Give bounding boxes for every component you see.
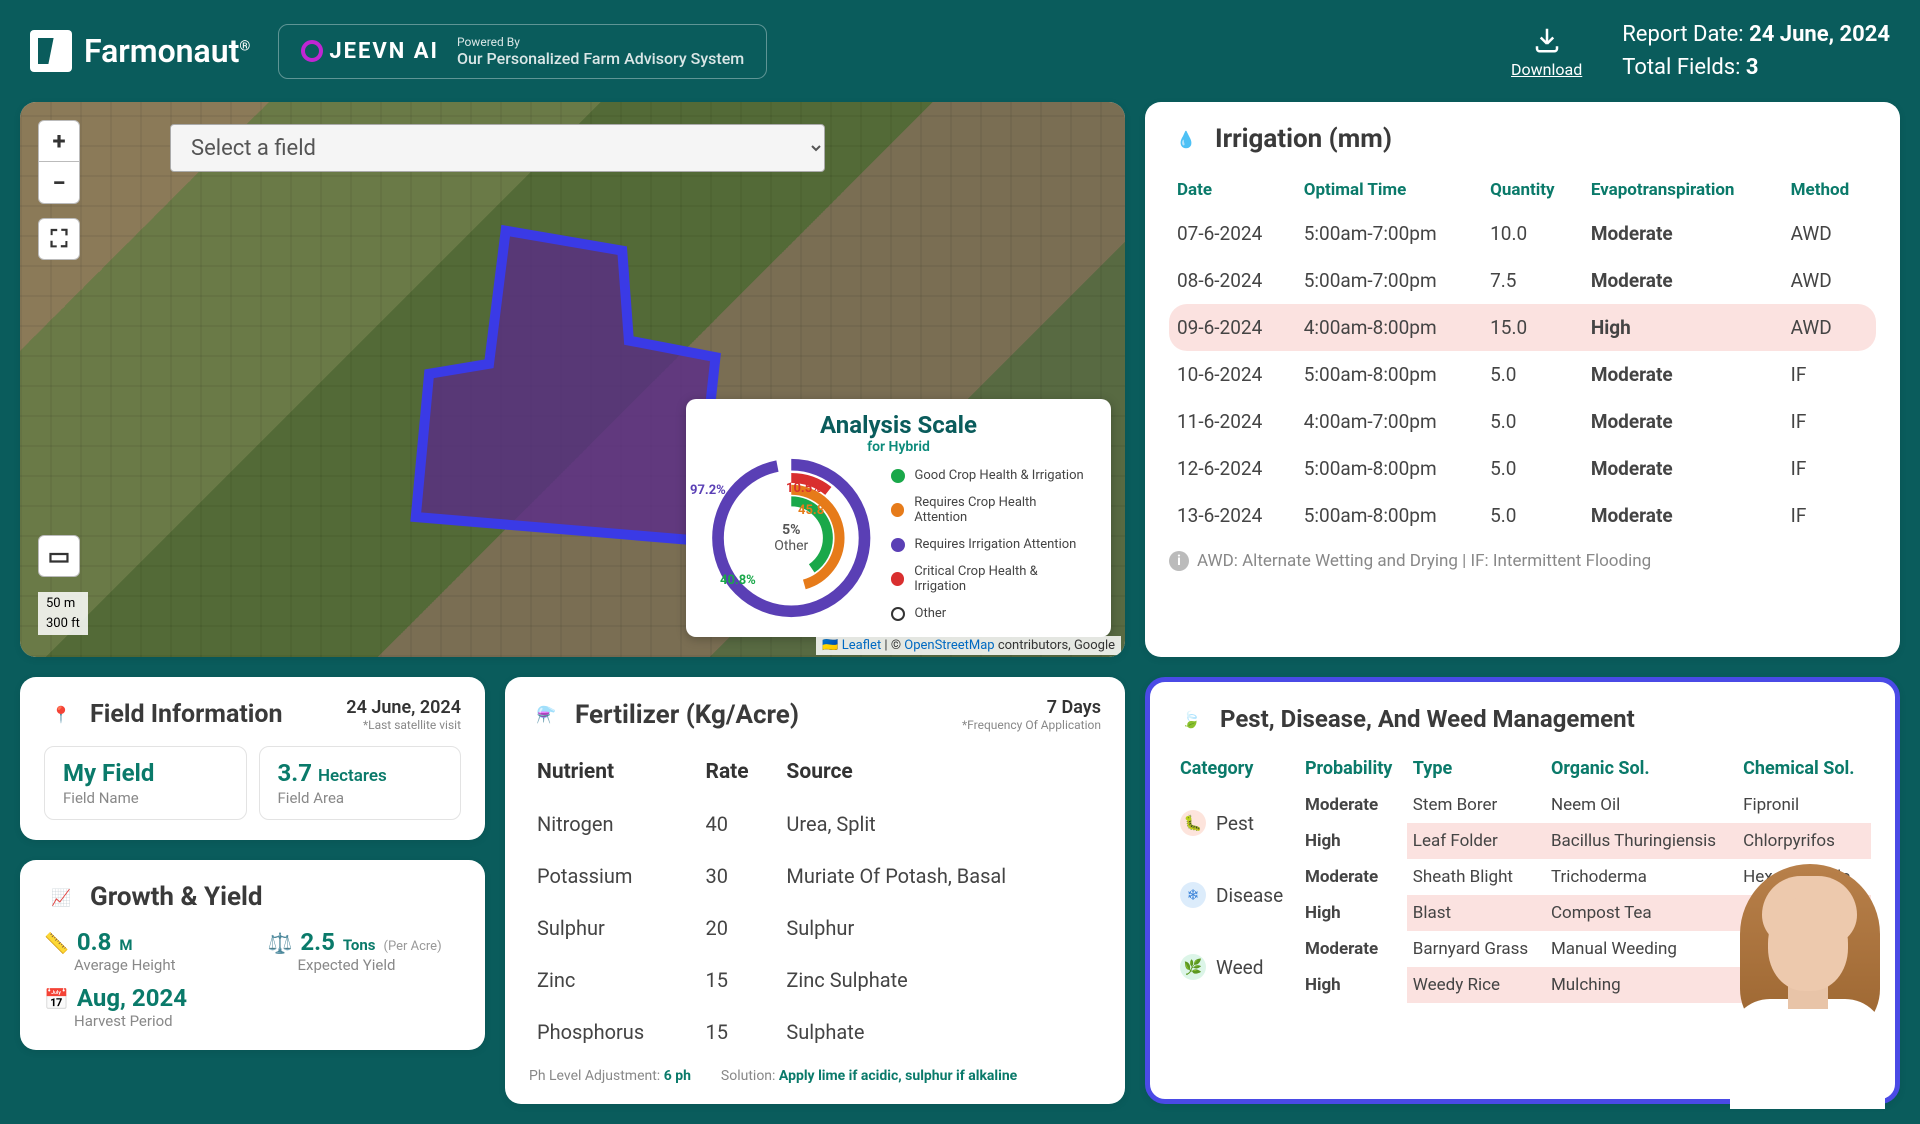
fertilizer-row: Phosphorus15Sulphate bbox=[529, 1006, 1101, 1058]
irrigation-row: 07-6-20245:00am-7:00pm10.0ModerateAWD bbox=[1169, 210, 1876, 257]
report-meta: Report Date: 24 June, 2024 Total Fields:… bbox=[1622, 18, 1890, 84]
irrigation-table: DateOptimal TimeQuantityEvapotranspirati… bbox=[1169, 170, 1876, 539]
leaflet-link[interactable]: Leaflet bbox=[842, 638, 882, 653]
pest-row: 🐛PestModerateStem BorerNeem OilFipronil bbox=[1174, 787, 1871, 823]
field-info-card: 📍 Field Information 24 June, 2024 *Last … bbox=[20, 677, 485, 840]
leaf-icon: 🍃 bbox=[1174, 702, 1208, 736]
avg-height-cell: 📏0.8M Average Height bbox=[44, 928, 238, 974]
jeevn-ring-icon bbox=[301, 40, 323, 62]
irrigation-row: 11-6-20244:00am-7:00pm5.0ModerateIF bbox=[1169, 398, 1876, 445]
app-header: Farmonaut® JEEVN AI Powered By Our Perso… bbox=[0, 0, 1920, 102]
legend-item: Critical Crop Health & Irrigation bbox=[891, 564, 1089, 594]
field-select[interactable]: Select a field bbox=[170, 124, 825, 172]
calendar-icon: 📅 bbox=[44, 987, 69, 1011]
pest-management-card: 🍃 Pest, Disease, And Weed Management Cat… bbox=[1145, 677, 1900, 1104]
map-card[interactable]: + − ⛶ ▭ Select a field Analysis Scale fo… bbox=[20, 102, 1125, 657]
pest-icon: 🐛 bbox=[1180, 810, 1206, 836]
growth-icon: 📈 bbox=[44, 880, 78, 914]
fertilizer-row: Nitrogen40Urea, Split bbox=[529, 798, 1101, 850]
legend-item: Requires Crop Health Attention bbox=[891, 495, 1089, 525]
legend-item: Good Crop Health & Irrigation bbox=[891, 468, 1089, 483]
irrigation-icon: 💧 bbox=[1169, 122, 1203, 156]
analysis-donut-chart: 5%Other 97.2% 10.5% 45.8% 40.8% bbox=[708, 453, 875, 623]
fullscreen-button[interactable]: ⛶ bbox=[38, 218, 80, 260]
flask-icon: ⚗️ bbox=[529, 698, 563, 732]
fertilizer-row: Zinc15Zinc Sulphate bbox=[529, 954, 1101, 1006]
field-area-cell: 3.7 Hectares Field Area bbox=[259, 746, 462, 820]
map-attribution: 🇺🇦 Leaflet | © OpenStreetMap contributor… bbox=[816, 636, 1121, 655]
dis-icon: ❄ bbox=[1180, 882, 1206, 908]
fertilizer-row: Potassium30Muriate Of Potash, Basal bbox=[529, 850, 1101, 902]
fertilizer-row: Sulphur20Sulphur bbox=[529, 902, 1101, 954]
weight-icon: ⚖️ bbox=[268, 931, 293, 955]
scale-legend: Good Crop Health & Irrigation Requires Cr… bbox=[891, 468, 1089, 623]
harvest-period-cell: 📅Aug, 2024 Harvest Period bbox=[44, 984, 238, 1030]
fertilizer-card: ⚗️ Fertilizer (Kg/Acre) 7 Days *Frequenc… bbox=[505, 677, 1125, 1104]
fertilizer-table: NutrientRateSource Nitrogen40Urea, Split… bbox=[529, 746, 1101, 1058]
download-button[interactable]: Download bbox=[1511, 24, 1582, 79]
osm-link[interactable]: OpenStreetMap bbox=[904, 638, 994, 653]
irrigation-note: i AWD: Alternate Wetting and Drying | IF… bbox=[1169, 551, 1876, 571]
assistant-avatar bbox=[1710, 849, 1905, 1109]
growth-yield-card: 📈 Growth & Yield 📏0.8M Average Height ⚖️… bbox=[20, 860, 485, 1050]
legend-item: Requires Irrigation Attention bbox=[891, 537, 1089, 552]
info-icon: i bbox=[1169, 551, 1189, 571]
brand-icon bbox=[30, 30, 72, 72]
irrigation-card: 💧 Irrigation (mm) DateOptimal TimeQuanti… bbox=[1145, 102, 1900, 657]
map-scale-bar: 50 m300 ft bbox=[38, 592, 88, 635]
field-name-cell: My Field Field Name bbox=[44, 746, 247, 820]
zoom-out-button[interactable]: − bbox=[38, 162, 80, 204]
zoom-in-button[interactable]: + bbox=[38, 120, 80, 162]
irrigation-row: 08-6-20245:00am-7:00pm7.5ModerateAWD bbox=[1169, 257, 1876, 304]
brand-logo: Farmonaut® bbox=[30, 30, 250, 72]
irrigation-row: 13-6-20245:00am-8:00pm5.0ModerateIF bbox=[1169, 492, 1876, 539]
measure-button[interactable]: ▭ bbox=[38, 535, 80, 577]
download-icon bbox=[1531, 24, 1563, 56]
weed-icon: 🌿 bbox=[1180, 954, 1206, 980]
ruler-icon: 📏 bbox=[44, 931, 69, 955]
irrigation-row: 12-6-20245:00am-8:00pm5.0ModerateIF bbox=[1169, 445, 1876, 492]
irrigation-row: 09-6-20244:00am-8:00pm15.0HighAWD bbox=[1169, 304, 1876, 351]
legend-item: Other bbox=[891, 606, 1089, 621]
irrigation-row: 10-6-20245:00am-8:00pm5.0ModerateIF bbox=[1169, 351, 1876, 398]
expected-yield-cell: ⚖️2.5Tons(Per Acre) Expected Yield bbox=[268, 928, 462, 974]
field-pin-icon: 📍 bbox=[44, 698, 78, 732]
jeevn-badge: JEEVN AI Powered By Our Personalized Far… bbox=[278, 24, 767, 79]
analysis-scale-card: Analysis Scale for Hybrid 5%Other 97.2% … bbox=[686, 399, 1111, 637]
